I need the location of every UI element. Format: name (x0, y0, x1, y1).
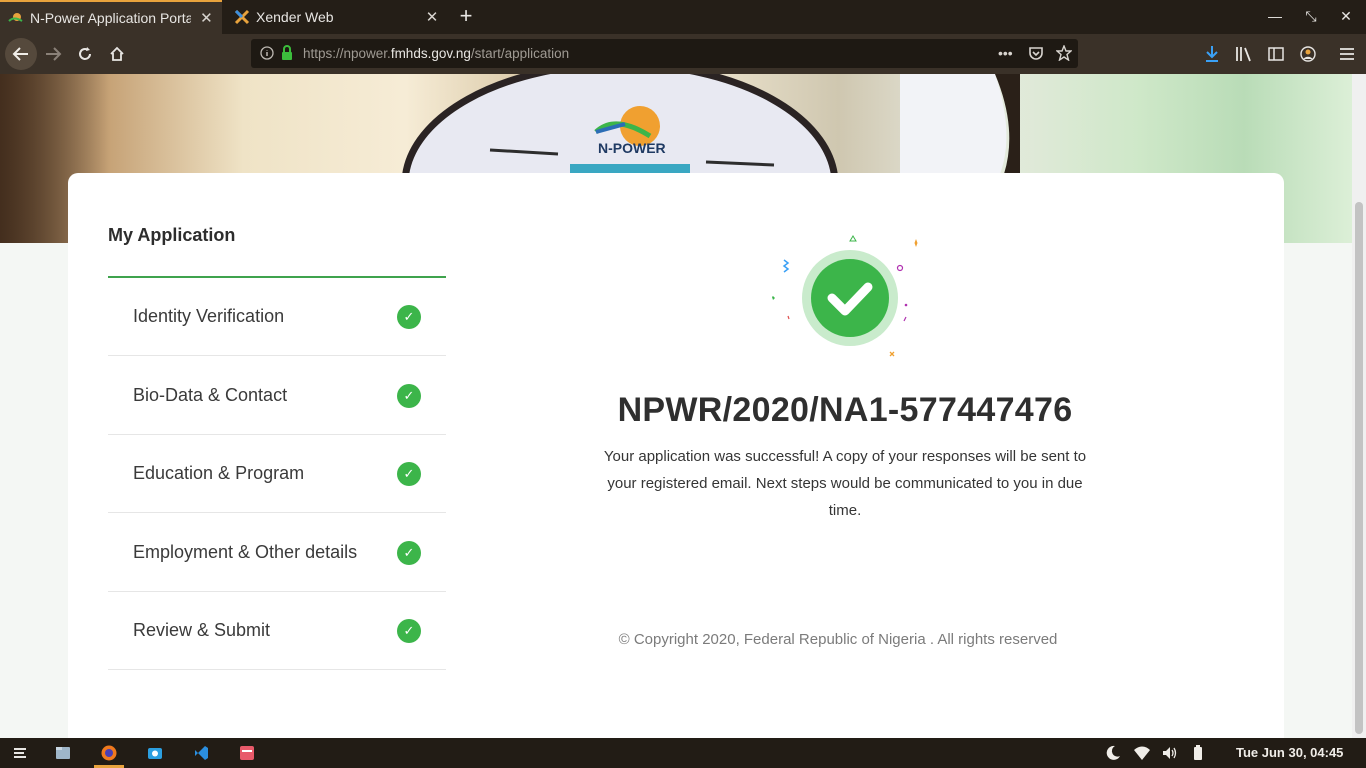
night-mode-icon[interactable] (1104, 744, 1122, 762)
terminal-app-icon[interactable] (238, 744, 256, 762)
page-scrollbar[interactable] (1352, 74, 1366, 738)
step-review-submit[interactable]: Review & Submit ✓ (108, 592, 446, 670)
download-icon (1206, 46, 1218, 62)
step-label: Identity Verification (133, 306, 285, 326)
check-icon: ✓ (397, 462, 421, 486)
browser-tab-bar: N-Power Application Portal ✕ Xender Web … (0, 0, 1366, 34)
camera-icon[interactable] (146, 744, 164, 762)
success-message: Your application was successful! A copy … (603, 448, 1087, 519)
tab-label: N-Power Application Portal (30, 10, 191, 26)
browser-nav-bar: https://npower.fmhds.gov.ng/start/applic… (0, 34, 1366, 74)
url-domain: fmhds.gov.ng (390, 46, 471, 61)
tab-label: Xender Web (256, 9, 334, 25)
arrow-left-icon (12, 47, 28, 61)
app-menu-icon[interactable] (11, 744, 29, 762)
info-icon[interactable] (260, 46, 274, 60)
library-button[interactable] (1234, 44, 1254, 64)
step-identity-verification[interactable]: Identity Verification ✓ (108, 278, 446, 356)
check-icon: ✓ (397, 305, 421, 329)
success-illustration (768, 230, 928, 360)
hero-person-image (900, 74, 1020, 174)
step-label: Review & Submit (133, 620, 271, 640)
application-number: NPWR/2020/NA1-577447476 (617, 391, 1073, 429)
hamburger-menu-icon (1340, 48, 1354, 60)
lock-icon (282, 45, 292, 60)
close-tab-icon[interactable]: ✕ (422, 8, 442, 26)
minimize-icon[interactable]: — (1266, 8, 1284, 24)
step-label: Employment & Other details (133, 542, 358, 562)
npower-favicon-icon (8, 13, 23, 22)
step-label: Education & Program (133, 463, 305, 483)
close-tab-icon[interactable]: ✕ (197, 9, 216, 27)
sidebar-toggle-button[interactable] (1266, 44, 1286, 64)
page-viewport: N-POWER My Application Identity Verifica… (0, 74, 1352, 738)
os-taskbar: Tue Jun 30, 04:45 (0, 738, 1366, 768)
url-path: /start/application (470, 46, 570, 61)
step-education-program[interactable]: Education & Program ✓ (108, 435, 446, 513)
reload-button[interactable] (71, 40, 99, 68)
check-icon: ✓ (397, 619, 421, 643)
hero-logo-text: N-POWER (598, 140, 666, 156)
scrollbar-thumb[interactable] (1355, 202, 1363, 734)
check-icon: ✓ (397, 384, 421, 408)
restore-icon[interactable]: ⤡ (1302, 8, 1320, 25)
page-actions-icon[interactable]: ••• (998, 45, 1013, 61)
check-circle-icon (772, 235, 918, 357)
arrow-right-icon (46, 47, 62, 61)
forward-button[interactable] (39, 40, 67, 68)
home-button[interactable] (103, 40, 131, 68)
new-tab-button[interactable]: + (453, 4, 479, 30)
url-prefix: https://npower. (303, 46, 391, 61)
address-bar[interactable]: https://npower.fmhds.gov.ng/start/applic… (251, 39, 1078, 68)
account-button[interactable] (1298, 44, 1318, 64)
copyright-text: © Copyright 2020, Federal Republic of Ni… (618, 631, 1058, 648)
reload-icon (79, 47, 91, 60)
menu-button[interactable] (1337, 44, 1357, 64)
wifi-icon[interactable] (1133, 744, 1151, 762)
step-employment-other-details[interactable]: Employment & Other details ✓ (108, 514, 446, 592)
sidebar-icon (1268, 47, 1284, 61)
step-bio-data-contact[interactable]: Bio-Data & Contact ✓ (108, 357, 446, 435)
library-icon (1236, 47, 1251, 62)
tab-npower[interactable]: N-Power Application Portal ✕ (0, 0, 222, 34)
back-button[interactable] (5, 38, 37, 70)
bookmark-star-icon[interactable] (1056, 45, 1072, 61)
firefox-icon[interactable] (100, 744, 118, 762)
step-label: Bio-Data & Contact (133, 385, 288, 405)
application-card: My Application Identity Verification ✓ B… (68, 173, 1284, 738)
battery-icon[interactable] (1189, 744, 1207, 762)
taskbar-clock[interactable]: Tue Jun 30, 04:45 (1236, 745, 1343, 760)
home-icon (110, 46, 124, 61)
downloads-button[interactable] (1202, 44, 1222, 64)
tab-xender[interactable]: Xender Web ✕ (226, 0, 448, 34)
window-close-icon[interactable]: ✕ (1337, 8, 1355, 25)
hero-badge-image (402, 74, 838, 174)
xender-favicon-icon (234, 9, 250, 25)
vscode-icon[interactable] (192, 744, 210, 762)
check-icon: ✓ (397, 541, 421, 565)
url-text: https://npower.fmhds.gov.ng/start/applic… (303, 46, 569, 61)
pocket-icon[interactable] (1028, 46, 1044, 61)
sidebar-title: My Application (108, 225, 236, 245)
volume-icon[interactable] (1161, 744, 1179, 762)
file-manager-icon[interactable] (54, 744, 72, 762)
account-icon (1300, 46, 1316, 62)
